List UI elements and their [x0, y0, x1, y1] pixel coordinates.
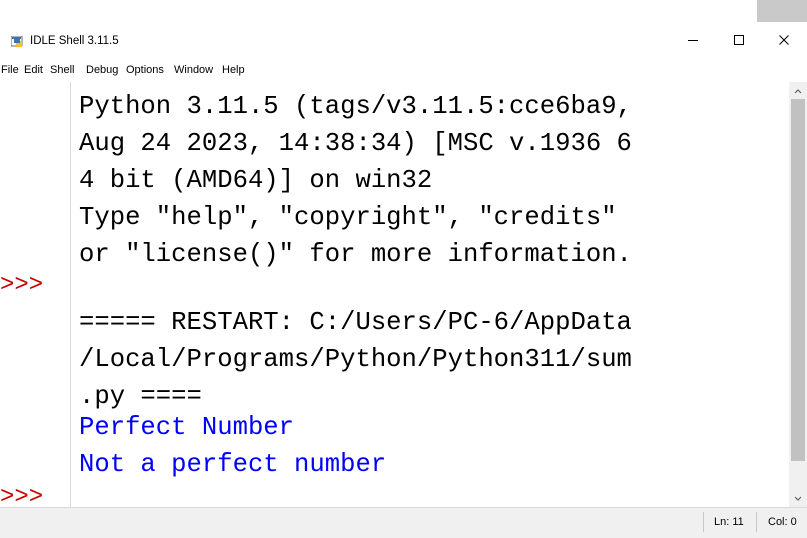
top-strip-area [0, 0, 757, 23]
menu-bar: File Edit Shell Debug Options Window Hel… [0, 58, 807, 82]
maximize-icon [734, 35, 744, 45]
status-column-number: Col: 0 [768, 516, 797, 528]
program-output-line: Perfect Number [79, 413, 295, 442]
menu-window[interactable]: Window [174, 64, 213, 77]
scroll-up-button[interactable] [789, 82, 807, 99]
menu-options[interactable]: Options [126, 64, 164, 77]
menu-debug[interactable]: Debug [86, 64, 118, 77]
python-idle-icon [10, 35, 24, 47]
shell-line: or "license()" for more information. [79, 240, 632, 269]
chevron-down-icon [794, 496, 802, 501]
close-button[interactable] [761, 22, 807, 58]
scroll-thumb[interactable] [791, 99, 805, 461]
shell-line: Python 3.11.5 (tags/v3.11.5:cce6ba9, [79, 92, 632, 121]
restart-line: /Local/Programs/Python/Python311/sum [79, 345, 632, 374]
chevron-up-icon [794, 88, 802, 93]
shell-line: Type "help", "copyright", "credits" [79, 203, 617, 232]
menu-shell[interactable]: Shell [50, 64, 74, 77]
scroll-down-button[interactable] [789, 490, 807, 507]
shell-text-area[interactable]: Python 3.11.5 (tags/v3.11.5:cce6ba9, Aug… [71, 82, 789, 507]
minimize-icon [688, 40, 698, 41]
vertical-scrollbar[interactable] [789, 82, 807, 507]
status-bar: Ln: 11 Col: 0 [0, 507, 807, 538]
menu-edit[interactable]: Edit [24, 64, 43, 77]
restart-line: ===== RESTART: C:/Users/PC-6/AppData [79, 308, 632, 337]
status-divider [703, 512, 704, 532]
maximize-button[interactable] [716, 22, 762, 58]
status-line-number: Ln: 11 [714, 516, 744, 528]
shell-line: 4 bit (AMD64)] on win32 [79, 166, 433, 195]
shell-prompt: >>> [0, 272, 44, 299]
menu-help[interactable]: Help [222, 64, 245, 77]
background-window-edge [757, 0, 807, 22]
window-title: IDLE Shell 3.11.5 [30, 35, 119, 47]
status-divider [756, 512, 757, 532]
program-output-line: Not a perfect number [79, 450, 387, 479]
minimize-button[interactable] [670, 22, 716, 58]
close-icon [779, 35, 789, 45]
title-bar[interactable]: IDLE Shell 3.11.5 [0, 22, 807, 58]
menu-file[interactable]: File [1, 64, 19, 77]
shell-line: Aug 24 2023, 14:38:34) [MSC v.1936 6 [79, 129, 632, 158]
top-strip [0, 0, 807, 23]
prompt-gutter: >>> >>> [0, 82, 71, 511]
